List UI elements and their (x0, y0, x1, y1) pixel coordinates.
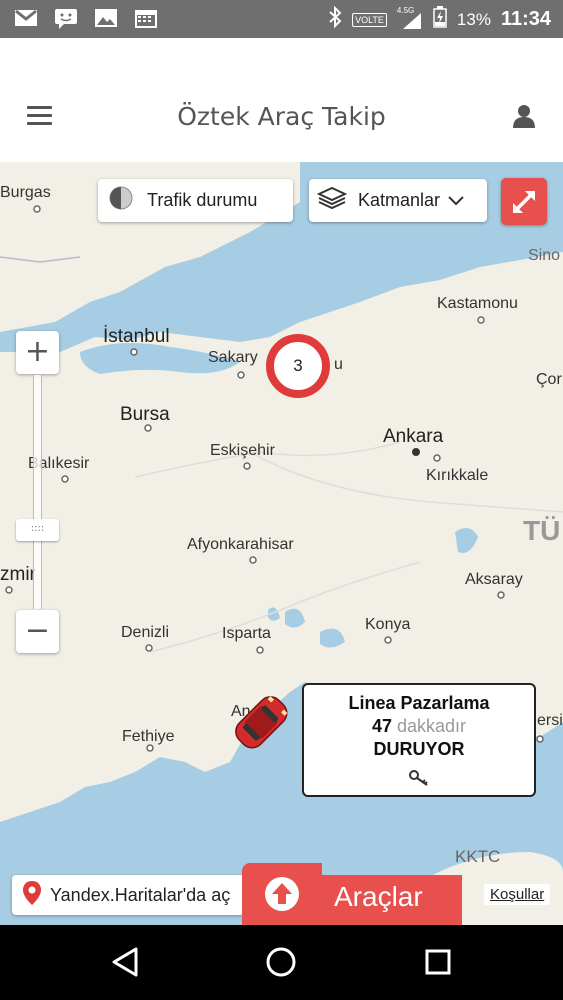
expand-icon (513, 191, 535, 213)
open-in-yandex-button[interactable]: Yandex.Haritalar'da aç (12, 875, 244, 915)
city-eskisehir: Eskişehir (210, 442, 275, 459)
traffic-icon (109, 186, 133, 215)
status-bar: VOLTE 4.5G 13% 11:34 (0, 0, 563, 38)
zoom-out-button[interactable]: − (16, 610, 59, 653)
city-afyon: Afyonkarahisar (187, 536, 294, 553)
bluetooth-icon (328, 5, 342, 33)
layers-dropdown[interactable]: Katmanlar (309, 179, 487, 222)
android-nav-bar (0, 925, 563, 1000)
city-izmir: zmir (0, 564, 36, 585)
fullscreen-button[interactable] (501, 178, 547, 225)
message-icon (54, 7, 78, 29)
vehicle-info-popup[interactable]: Linea Pazarlama 47 dakkadır DURUYOR (302, 683, 536, 797)
yandex-label: Yandex.Haritalar'da aç (50, 884, 231, 905)
map-country-label: TÜ (523, 515, 561, 546)
city-sakarya: Sakary (208, 349, 258, 366)
page-title: Öztek Araç Takip (177, 102, 386, 131)
car-marker-icon[interactable] (223, 686, 301, 760)
vehicles-panel-button[interactable]: Araçlar (242, 863, 462, 925)
traffic-label: Trafik durumu (147, 190, 258, 210)
stop-minutes-unit: dakkadır (397, 716, 467, 736)
volte-label: VOLTE (352, 12, 387, 27)
city-mersin: ersin (537, 712, 563, 729)
app-header: Öztek Araç Takip (0, 38, 563, 162)
city-konya: Konya (365, 616, 411, 633)
clock: 11:34 (500, 8, 551, 30)
signal-icon: 4.5G (397, 6, 423, 31)
city-fethiye: Fethiye (122, 728, 175, 745)
map-view[interactable]: Burgas Sino Kastamonu İstanbul Sakary u … (0, 162, 563, 925)
zoom-slider-handle[interactable]: :::: (16, 519, 59, 541)
city-isparta: Isparta (222, 625, 271, 642)
battery-icon (433, 6, 447, 33)
calendar-icon (134, 7, 158, 29)
vehicle-cluster-marker[interactable]: 3 (266, 334, 330, 398)
city-bolu: u (334, 356, 343, 373)
city-ankara: Ankara (383, 426, 444, 447)
vehicles-label: Araçlar (334, 881, 423, 912)
stop-minutes: 47 (371, 716, 392, 736)
traffic-button[interactable]: Trafik durumu (98, 179, 293, 222)
gallery-icon (94, 7, 118, 29)
city-kastamonu: Kastamonu (437, 295, 518, 312)
gmail-icon (14, 7, 38, 29)
user-icon[interactable] (513, 104, 535, 128)
city-denizli: Denizli (121, 624, 170, 641)
key-icon (408, 769, 432, 787)
city-sinop: Sino (528, 247, 561, 264)
city-aksaray: Aksaray (465, 571, 523, 588)
battery-percent: 13% (456, 9, 491, 29)
city-bursa: Bursa (120, 404, 170, 425)
arrow-up-icon (265, 877, 299, 911)
stop-duration: 47 dakkadır (304, 716, 534, 737)
location-pin-icon (22, 880, 42, 911)
recents-icon[interactable] (425, 949, 451, 975)
chevron-down-icon (448, 190, 464, 211)
home-icon[interactable] (266, 947, 296, 977)
city-kirikkale: Kırıkkale (426, 467, 489, 484)
city-corum: Çor (536, 371, 562, 388)
zoom-slider-track[interactable] (33, 375, 42, 609)
city-istanbul: İstanbul (103, 326, 170, 347)
layers-icon (316, 186, 348, 215)
vehicle-status: DURUYOR (373, 739, 465, 759)
terms-link[interactable]: Koşullar (484, 884, 551, 905)
city-burgas: Burgas (0, 184, 51, 201)
vehicle-name: Linea Pazarlama (348, 693, 490, 713)
back-icon[interactable] (112, 947, 138, 977)
zoom-in-button[interactable]: + (16, 331, 59, 374)
layers-label: Katmanlar (358, 190, 441, 210)
